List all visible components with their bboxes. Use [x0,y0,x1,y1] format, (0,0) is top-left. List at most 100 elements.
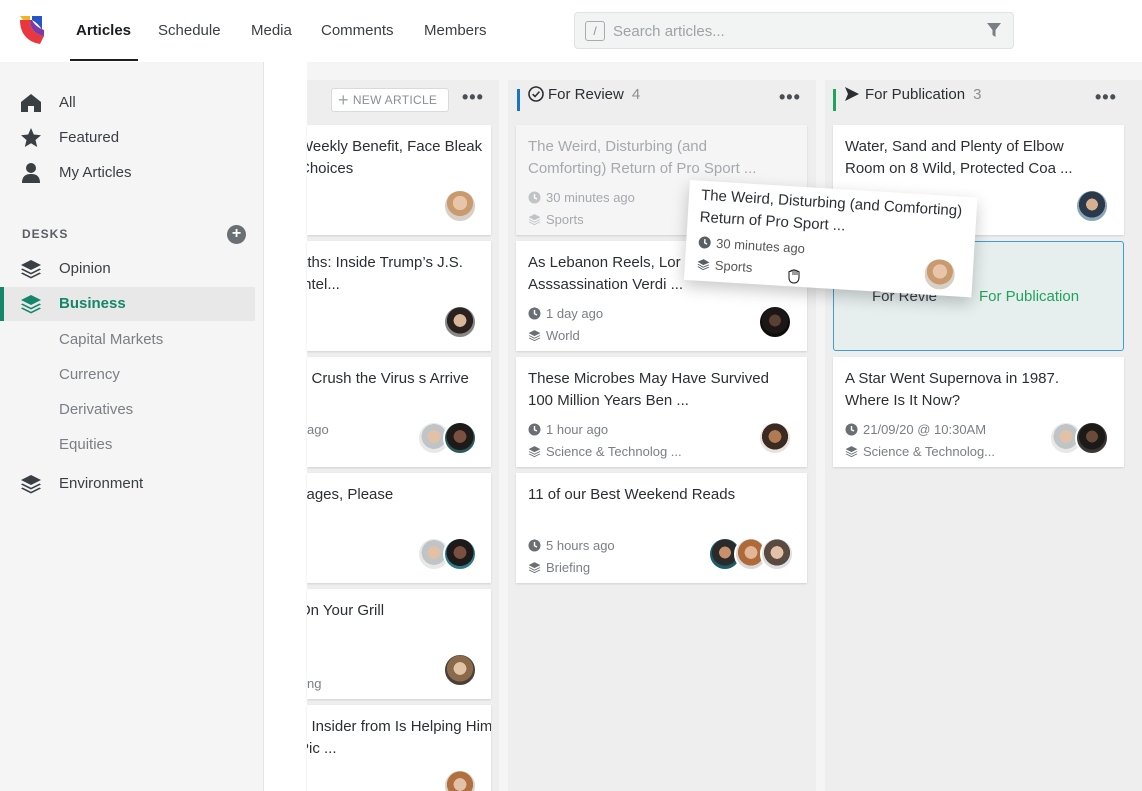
column-menu-button[interactable]: ••• [462,88,484,106]
app-logo[interactable] [18,14,48,46]
user-icon [22,163,40,183]
card-avatars [443,305,477,339]
clock-icon [698,236,711,249]
sidebar-item-business[interactable]: Business [0,287,255,321]
avatar [443,189,477,223]
sidebar-item-label: Business [59,295,126,312]
column-menu-button[interactable]: ••• [1095,88,1117,106]
card-time: ago [307,422,329,437]
card-time: 1 hour ago [528,422,608,437]
sidebar-item-label: Featured [59,129,120,146]
search-bar: / [574,12,1014,49]
add-desk-button[interactable]: + [227,225,246,244]
avatar [443,421,477,455]
tab-comments[interactable]: Comments [321,0,394,62]
search-input[interactable] [613,21,973,41]
card-title: Water, Sand and Plenty of Elbow Room on … [845,138,1073,177]
card-desk: World [528,328,580,343]
sidebar-subitem-derivatives[interactable]: Derivatives [59,401,133,418]
article-card[interactable]: o Crush the Virus s Arrive ago [307,357,491,467]
tab-schedule[interactable]: Schedule [158,0,221,62]
card-title: These Microbes May Have Survived 100 Mil… [528,370,769,409]
card-title: A Star Went Supernova in 1987. Where Is … [845,370,1060,409]
card-desk: Sports [528,212,584,227]
card-avatars [1049,421,1109,455]
layers-icon [21,475,41,494]
sidebar-subitem-equities[interactable]: Equities [59,436,112,453]
layers-icon [21,260,41,279]
home-icon [21,94,41,112]
avatar [443,537,477,571]
card-title: On Your Grill [307,602,385,619]
avatar [1075,421,1109,455]
card-title: o Crush the Virus s Arrive [307,370,469,387]
tab-members[interactable]: Members [424,0,487,62]
active-tab-indicator [70,59,138,61]
filter-icon[interactable] [987,23,1001,38]
article-card[interactable]: 11 of our Best Weekend Reads 5 hours ago… [516,473,807,583]
sidebar-item-opinion[interactable]: Opinion [0,252,255,286]
layers-icon [528,446,541,458]
card-avatars [1075,189,1109,223]
card-time: 21/09/20 @ 10:30AM [845,422,986,437]
sidebar-item-all[interactable]: All [0,86,255,120]
send-icon [845,87,859,101]
desks-heading: DESKS [22,227,69,241]
card-avatars [758,305,792,339]
new-article-button[interactable]: + NEW ARTICLE [331,88,449,112]
layers-icon [845,446,858,458]
card-desk: ng [307,676,322,691]
sidebar-item-featured[interactable]: Featured [0,121,255,155]
panel-gap [264,62,307,791]
card-avatars [417,421,477,455]
dragged-article-card[interactable]: The Weird, Disturbing (and Comforting) R… [683,180,978,298]
clock-icon [528,307,541,320]
avatar [760,537,794,571]
card-desk: Science & Technolog... [845,444,995,459]
column-header: For Publication 3 [844,86,981,114]
layers-icon [21,295,41,314]
article-card[interactable]: On Your Grill ng [307,589,491,699]
layers-icon [697,259,710,271]
card-title: Weekly Benefit, Face Bleak Choices [307,138,483,177]
tab-media[interactable]: Media [251,0,292,62]
avatar [1075,189,1109,223]
sidebar-subitem-capital-markets[interactable]: Capital Markets [59,331,163,348]
card-desk: Briefing [528,560,590,575]
avatar [921,256,958,293]
search-shortcut-hint: / [585,21,605,41]
article-card[interactable]: These Microbes May Have Survived 100 Mil… [516,357,807,467]
sidebar-item-label: Opinion [59,260,111,277]
column-color-bar [517,89,520,111]
column-title: For Review [548,86,624,103]
clock-icon [528,423,541,436]
article-card[interactable]: Weekly Benefit, Face Bleak Choices [307,125,491,235]
card-avatars [443,189,477,223]
sidebar-item-label: All [59,94,76,111]
card-avatars [417,537,477,571]
card-avatars [921,256,958,293]
layers-icon [528,214,541,226]
sidebar-item-environment[interactable]: Environment [0,467,255,501]
card-avatars [758,421,792,455]
sidebar-subitem-currency[interactable]: Currency [59,366,120,383]
card-desk: Science & Technolog ... [528,444,682,459]
article-card[interactable]: aths: Inside Trump’s J.S. Intel... [307,241,491,351]
column-menu-button[interactable]: ••• [779,88,801,106]
tab-articles[interactable]: Articles [76,0,131,62]
star-icon [21,128,41,147]
article-card[interactable]: A Star Went Supernova in 1987. Where Is … [833,357,1124,467]
card-title: aths: Inside Trump’s J.S. Intel... [307,254,463,293]
column-count: 4 [631,86,641,103]
card-avatars [708,537,794,571]
column-header: For Review 4 [528,86,640,114]
drop-zone-label: For Publication [979,288,1080,305]
avatar [443,305,477,339]
column-color-bar [833,89,836,111]
article-card[interactable]: sages, Please [307,473,491,583]
article-card[interactable]: n Insider from Is Helping Him Pic ... [307,705,491,791]
sidebar-item-my-articles[interactable]: My Articles [0,156,255,190]
clock-icon [528,539,541,552]
clock-icon [528,191,541,204]
card-title: The Weird, Disturbing (and Comforting) R… [528,138,757,177]
